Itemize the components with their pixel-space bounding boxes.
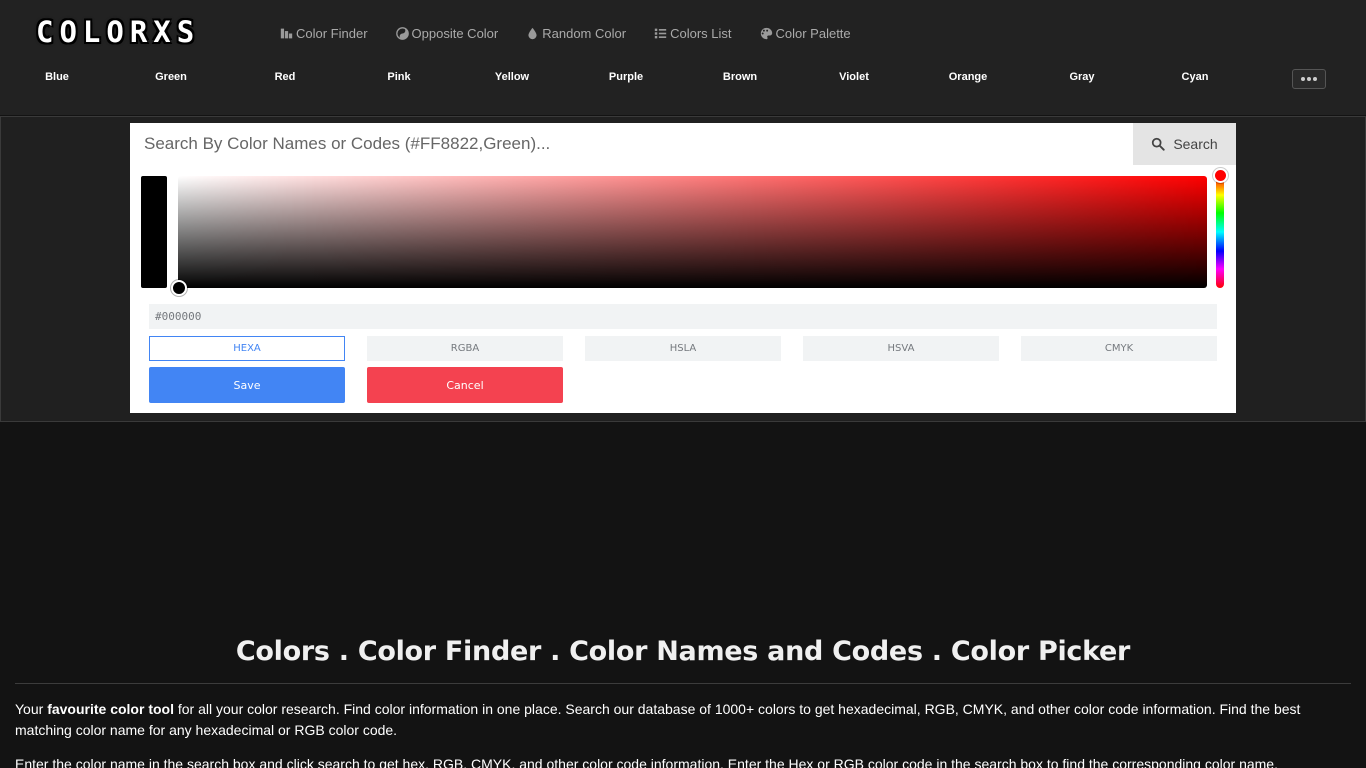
color-picker-panel: #000000 HEXA RGBA HSLA HSVA CMYK Save Ca…	[130, 165, 1236, 413]
color-preview-swatch	[141, 176, 167, 288]
category-cyan[interactable]: Cyan	[1182, 71, 1209, 83]
color-finder-icon	[280, 28, 293, 38]
format-hexa-button[interactable]: HEXA	[149, 336, 345, 361]
color-result-field[interactable]: #000000	[149, 304, 1217, 329]
format-cmyk-button[interactable]: CMYK	[1021, 336, 1217, 361]
instructions-paragraph: Enter the color name in the search box a…	[15, 756, 1278, 768]
nav-random-color[interactable]: Random Color	[526, 24, 626, 42]
droplet-icon	[528, 27, 537, 39]
nav-opposite-color[interactable]: Opposite Color	[395, 24, 498, 42]
search-bar: Search	[130, 123, 1236, 165]
palette-icon	[760, 27, 772, 39]
saturation-value-palette[interactable]	[178, 176, 1207, 288]
intro-paragraph: Your favourite color tool for all your c…	[15, 701, 1301, 738]
category-blue[interactable]: Blue	[45, 71, 69, 83]
top-navigation: Color Finder Opposite Color Random Color…	[280, 24, 879, 42]
category-green[interactable]: Green	[155, 71, 187, 83]
format-hsva-button[interactable]: HSVA	[803, 336, 999, 361]
category-orange[interactable]: Orange	[949, 71, 988, 83]
category-gray[interactable]: Gray	[1069, 71, 1094, 83]
category-violet[interactable]: Violet	[839, 71, 869, 83]
category-brown[interactable]: Brown	[723, 71, 757, 83]
list-icon	[654, 28, 667, 38]
more-dots-icon	[1301, 77, 1305, 81]
search-button[interactable]: Search	[1133, 123, 1236, 165]
more-categories-button[interactable]	[1292, 69, 1326, 89]
nav-colors-list[interactable]: Colors List	[654, 24, 732, 42]
category-pink[interactable]: Pink	[387, 71, 410, 83]
category-yellow[interactable]: Yellow	[495, 71, 529, 83]
save-button[interactable]: Save	[149, 367, 345, 403]
category-red[interactable]: Red	[275, 71, 296, 83]
nav-color-palette[interactable]: Color Palette	[760, 24, 851, 42]
search-icon	[1152, 137, 1165, 151]
site-header: COLORXS Color Finder Opposite Color Rand…	[0, 0, 1366, 115]
search-input[interactable]	[130, 123, 1133, 165]
nav-color-finder[interactable]: Color Finder	[280, 24, 368, 42]
hue-slider-handle[interactable]	[1213, 168, 1228, 183]
page-title: Colors . Color Finder . Color Names and …	[235, 636, 1131, 667]
format-hsla-button[interactable]: HSLA	[585, 336, 781, 361]
site-logo[interactable]: COLORXS	[36, 15, 200, 49]
color-category-nav: Blue Green Red Pink Yellow Purple Brown …	[0, 68, 1366, 90]
format-rgba-button[interactable]: RGBA	[367, 336, 563, 361]
yin-yang-icon	[395, 26, 409, 40]
title-divider	[15, 683, 1351, 684]
category-purple[interactable]: Purple	[609, 71, 643, 83]
hue-slider[interactable]	[1216, 176, 1224, 288]
palette-selector-handle[interactable]	[171, 280, 187, 296]
cancel-button[interactable]: Cancel	[367, 367, 563, 403]
